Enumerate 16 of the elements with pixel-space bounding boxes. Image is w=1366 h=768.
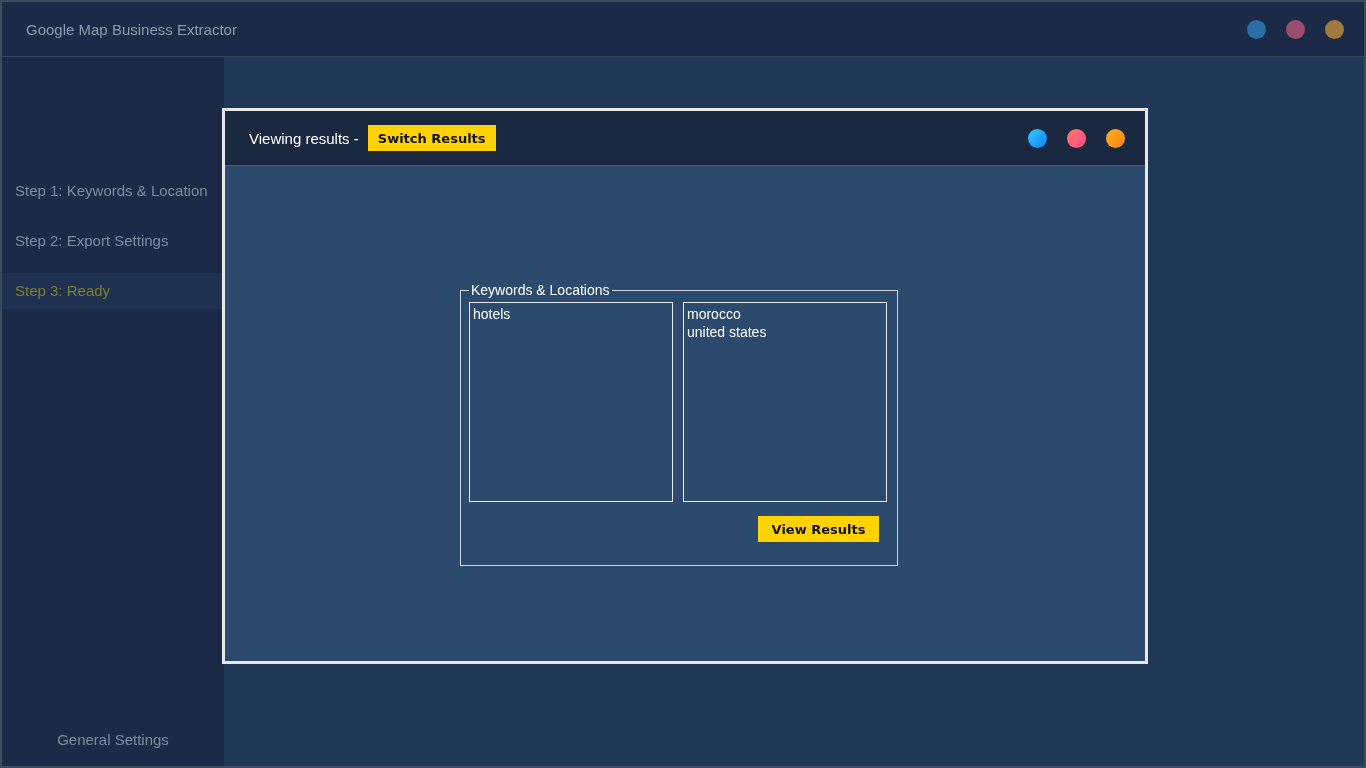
view-results-button[interactable]: View Results [758, 516, 879, 542]
general-settings-link[interactable]: General Settings [2, 731, 224, 748]
locations-field[interactable]: morocco united states [683, 302, 887, 502]
window-control-dot-icon[interactable] [1286, 19, 1305, 39]
group-legend: Keywords & Locations [469, 282, 612, 298]
window-control-dot-icon[interactable] [1325, 19, 1344, 39]
window-control-dot-icon[interactable] [1106, 128, 1125, 148]
window-title: Google Map Business Extractor [26, 20, 237, 38]
sidebar-item[interactable]: Step 2: Export Settings [2, 223, 224, 259]
window-control-dot-icon[interactable] [1028, 128, 1047, 148]
window-control-dot-icon[interactable] [1247, 19, 1266, 39]
sidebar-item[interactable]: Step 1: Keywords & Location [2, 173, 224, 209]
keywords-field[interactable]: hotels [469, 302, 673, 502]
dialog-title: Viewing results - [249, 129, 359, 147]
window-control-dot-icon[interactable] [1067, 128, 1086, 148]
switch-results-button[interactable]: Switch Results [367, 125, 496, 151]
